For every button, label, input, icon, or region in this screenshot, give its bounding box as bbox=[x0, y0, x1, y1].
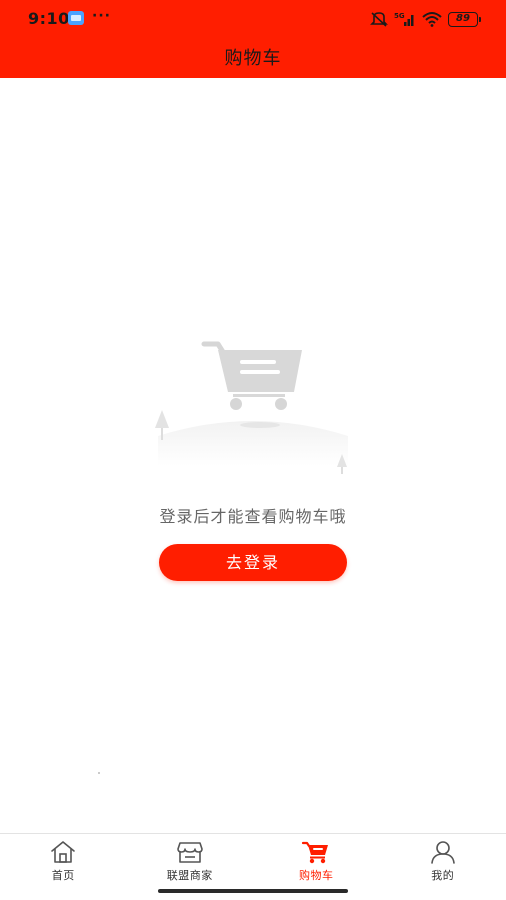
home-icon bbox=[51, 841, 76, 863]
tab-home[interactable]: 首页 bbox=[0, 834, 127, 900]
status-bar: 9:10 ··· 5G 89 bbox=[0, 0, 506, 38]
home-indicator[interactable] bbox=[158, 889, 348, 893]
notification-app-icon bbox=[68, 11, 84, 25]
page-title: 购物车 bbox=[224, 48, 282, 69]
cart-illustration-icon bbox=[155, 341, 348, 474]
battery-indicator: 89 bbox=[448, 11, 481, 27]
cart-icon bbox=[302, 841, 329, 864]
tab-merchants-label: 联盟商家 bbox=[166, 869, 213, 882]
status-time: 9:10 bbox=[28, 9, 70, 28]
svg-text:5G: 5G bbox=[394, 12, 405, 20]
user-icon bbox=[430, 841, 455, 864]
login-button[interactable]: 去登录 bbox=[159, 544, 347, 581]
cart-screen: 9:10 ··· 5G 89 购物车 登录后才能查看购物车哦 去登录 首页 联盟… bbox=[0, 0, 506, 900]
tab-mine-label: 我的 bbox=[431, 869, 455, 882]
signal-5g-icon: 5G bbox=[394, 11, 416, 27]
store-icon bbox=[176, 842, 203, 863]
tab-home-label: 首页 bbox=[51, 869, 75, 882]
mute-icon bbox=[370, 11, 388, 27]
tab-mine[interactable]: 我的 bbox=[380, 834, 506, 900]
login-prompt-text: 登录后才能查看购物车哦 bbox=[159, 507, 347, 526]
tab-cart-label: 购物车 bbox=[299, 869, 334, 882]
status-more-dots: ··· bbox=[92, 8, 111, 24]
decorative-dot bbox=[98, 772, 100, 774]
wifi-icon bbox=[422, 11, 442, 27]
status-right-group: 5G 89 bbox=[370, 9, 481, 29]
